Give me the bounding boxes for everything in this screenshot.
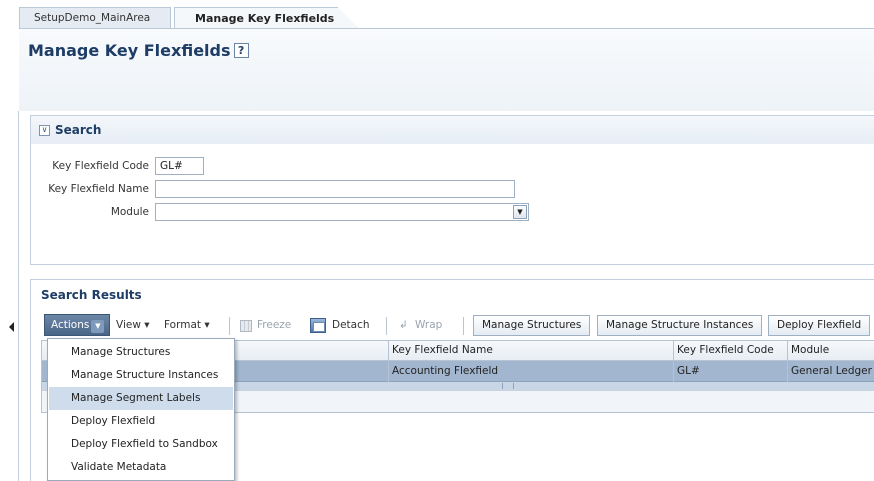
column-divider	[787, 341, 788, 382]
format-menu[interactable]: Format ▾	[164, 319, 210, 331]
module-label: Module	[110, 206, 149, 218]
menu-item-deploy-flexfield[interactable]: Deploy Flexfield	[49, 410, 233, 433]
chevron-down-icon: ▼	[91, 320, 105, 333]
toolbar-separator	[229, 317, 230, 335]
cell-key-flexfield-name: Accounting Flexfield	[392, 365, 499, 377]
detach-button[interactable]: Detach	[332, 319, 370, 331]
actions-label: Actions	[51, 319, 90, 331]
actions-dropdown-menu: Manage Structures Manage Structure Insta…	[47, 338, 235, 481]
column-header-key-flexfield-name[interactable]: Key Flexfield Name	[392, 344, 493, 356]
view-menu[interactable]: View ▾	[116, 319, 150, 331]
chevron-down-icon[interactable]: ▼	[513, 205, 527, 219]
menu-item-manage-segment-labels[interactable]: Manage Segment Labels	[49, 387, 233, 410]
toolbar-separator	[463, 317, 464, 335]
search-results-title: Search Results	[41, 288, 142, 302]
actions-menu-button[interactable]: Actions ▼	[44, 314, 110, 336]
toolbar-separator	[386, 317, 387, 335]
search-header: ∨ Search	[31, 116, 874, 144]
deploy-flexfield-button[interactable]: Deploy Flexfield	[768, 315, 871, 336]
tab-label: Manage Key Flexfields	[195, 12, 335, 25]
module-select[interactable]	[155, 203, 529, 221]
menu-item-manage-structure-instances[interactable]: Manage Structure Instances	[49, 364, 233, 387]
tab-setupdemo-mainarea[interactable]: SetupDemo_MainArea	[19, 7, 171, 28]
wrap-button[interactable]: Wrap	[415, 319, 442, 331]
key-flexfield-name-label: Key Flexfield Name	[48, 183, 149, 195]
cell-module: General Ledger	[791, 365, 872, 377]
search-title: Search	[55, 123, 102, 137]
manage-structures-button[interactable]: Manage Structures	[473, 315, 591, 336]
menu-item-manage-structures[interactable]: Manage Structures	[49, 341, 233, 364]
menu-item-deploy-flexfield-to-sandbox[interactable]: Deploy Flexfield to Sandbox	[49, 433, 233, 456]
column-header-module[interactable]: Module	[791, 344, 829, 356]
help-icon[interactable]: ?	[233, 43, 249, 58]
key-flexfield-code-label: Key Flexfield Code	[52, 160, 149, 172]
freeze-icon	[240, 320, 252, 332]
tab-label: SetupDemo_MainArea	[34, 12, 151, 24]
page-title-text: Manage Key Flexfields	[28, 41, 231, 60]
tab-manage-key-flexfields[interactable]: Manage Key Flexfields	[174, 7, 360, 29]
manage-structure-instances-button[interactable]: Manage Structure Instances	[597, 315, 763, 336]
detach-icon	[310, 318, 326, 333]
search-panel: ∨ Search Key Flexfield Code Key Flexfiel…	[30, 115, 874, 265]
scrollbar-thumb[interactable]	[502, 383, 514, 389]
page-title: Manage Key Flexfields?	[28, 41, 249, 60]
collapse-left-icon[interactable]	[9, 322, 14, 332]
page-header: Manage Key Flexfields?	[19, 29, 874, 111]
column-divider	[388, 341, 389, 382]
menu-item-validate-metadata[interactable]: Validate Metadata	[49, 456, 233, 479]
freeze-button[interactable]: Freeze	[257, 319, 291, 331]
key-flexfield-code-input[interactable]	[155, 157, 204, 175]
key-flexfield-name-input[interactable]	[155, 180, 515, 198]
wrap-icon: ↲	[399, 319, 408, 331]
left-divider	[18, 111, 19, 481]
tab-bar: SetupDemo_MainArea Manage Key Flexfields	[0, 0, 874, 29]
cell-key-flexfield-code: GL#	[677, 365, 700, 377]
collapse-icon[interactable]: ∨	[39, 125, 50, 136]
results-toolbar: Actions ▼ View ▾ Format ▾ Freeze Detach ↲…	[44, 314, 874, 338]
column-divider	[673, 341, 674, 382]
column-header-key-flexfield-code[interactable]: Key Flexfield Code	[677, 344, 774, 356]
